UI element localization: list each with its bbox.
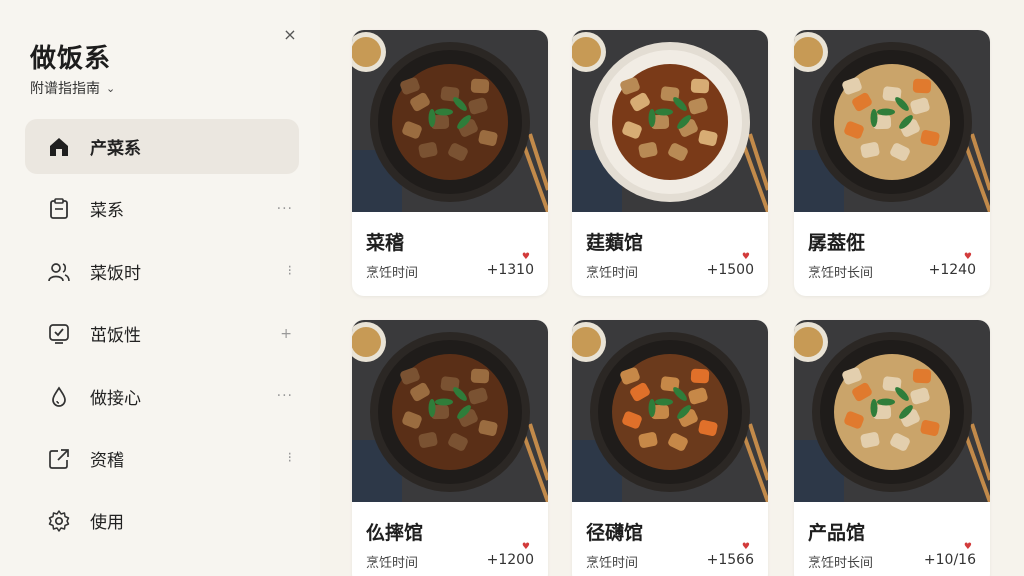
sidebar-item-label: 使用 [90,513,124,534]
heart-icon[interactable]: ♥ [964,542,972,552]
sidebar-item-core[interactable]: 做接心 ··· [25,369,299,424]
add-icon[interactable]: + [280,326,293,342]
heart-icon[interactable]: ♥ [522,252,530,262]
recipe-card[interactable]: 产品馆 烹饪时长间 ♥ +10/16 [794,320,990,576]
sidebar-item-time[interactable]: 菜饭时 ⁝ [25,244,299,299]
subtitle-dropdown[interactable]: 附谱指指南 ⌄ [30,78,115,98]
cook-time-label: 烹饪时间 [586,266,639,281]
sidebar-item-label: 菜饭时 [90,263,141,284]
more-icon[interactable]: ⁝ [288,450,293,466]
like-count: +1500 [706,262,754,278]
cook-time-label: 烹饪时长间 [808,556,874,571]
sidebar-item-label: 做接心 [90,388,141,409]
dish-photo [572,30,768,212]
heart-icon[interactable]: ♥ [742,252,750,262]
dish-photo [794,320,990,502]
chevron-down-icon: ⌄ [106,81,116,95]
sidebar-item-resources[interactable]: 资稽 ⁝ [25,431,299,486]
recipe-card[interactable]: 孱葢俇 烹饪时长间 ♥ +1240 [794,30,990,296]
recipe-name: 孱葢俇 [808,232,866,254]
heart-icon[interactable]: ♥ [522,542,530,552]
recipe-grid: 菜稽 烹饪时间 ♥ +1310 莛蘱馆 烹饪时间 ♥ +1500 孱葢俇 烹饪时… [352,30,992,576]
sidebar-item-label: 菜系 [90,201,124,222]
dish-photo [794,30,990,212]
recipe-card[interactable]: 径礴馆 烹饪时间 ♥ +1566 [572,320,768,576]
heart-icon[interactable]: ♥ [964,252,972,262]
recipe-card[interactable]: 仫摔馆 烹饪时间 ♥ +1200 [352,320,548,576]
sidebar: 做饭系 附谱指指南 ⌄ × 产菜系 菜系 ··· 菜饭时 ⁝ 茁饭性 + 做接心… [0,0,320,576]
like-count: +1200 [486,552,534,568]
droplet-icon [52,386,66,407]
external-link-icon [49,449,69,469]
like-count: +1310 [486,262,534,278]
sidebar-item-label: 产菜系 [90,139,141,159]
like-count: +1566 [706,552,754,568]
dish-photo [352,320,548,502]
clipboard-icon [50,198,68,220]
sidebar-item-label: 资稽 [90,450,124,471]
dish-photo [352,30,548,212]
like-count: +10/16 [923,552,976,568]
gear-icon [48,510,70,533]
cook-time-label: 烹饪时长间 [808,266,874,281]
recipe-name: 产品馆 [808,522,866,544]
sidebar-nav: 产菜系 菜系 ··· 菜饭时 ⁝ 茁饭性 + 做接心 ··· 资稽 ⁝ 使用 [25,119,299,556]
recipe-name: 菜稽 [366,232,405,254]
recipe-name: 径礴馆 [586,522,644,544]
badge-check-icon [49,324,69,345]
app-title: 做饭系 [30,44,112,74]
recipe-name: 莛蘱馆 [586,232,644,254]
recipe-card[interactable]: 莛蘱馆 烹饪时间 ♥ +1500 [572,30,768,296]
more-icon[interactable]: ··· [277,388,293,404]
like-count: +1240 [928,262,976,278]
sidebar-item-label: 茁饭性 [90,326,141,347]
cook-time-label: 烹饪时间 [366,266,419,281]
more-icon[interactable]: ··· [277,201,293,217]
sidebar-item-quality[interactable]: 茁饭性 + [25,306,299,361]
sidebar-item-home[interactable]: 产菜系 [25,119,299,174]
subtitle-label: 附谱指指南 [30,81,100,97]
dish-photo [572,320,768,502]
sidebar-item-cuisine[interactable]: 菜系 ··· [25,181,299,236]
users-icon [48,262,70,282]
cook-time-label: 烹饪时间 [366,556,419,571]
cook-time-label: 烹饪时间 [586,556,639,571]
recipe-card[interactable]: 菜稽 烹饪时间 ♥ +1310 [352,30,548,296]
recipe-name: 仫摔馆 [366,522,424,544]
home-icon [50,138,68,156]
heart-icon[interactable]: ♥ [742,542,750,552]
sidebar-item-settings[interactable]: 使用 [25,493,299,548]
more-icon[interactable]: ⁝ [288,263,293,279]
close-icon[interactable]: × [281,26,299,44]
